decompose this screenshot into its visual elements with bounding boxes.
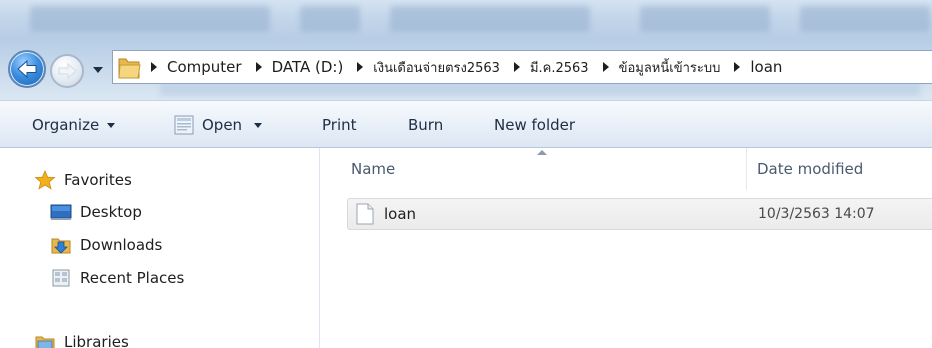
nav-favorites[interactable]: Favorites (34, 168, 132, 192)
nav-libraries[interactable]: Libraries (34, 330, 129, 348)
organize-label: Organize (32, 116, 100, 134)
blurred-tab (640, 6, 770, 32)
new-folder-button[interactable]: New folder (494, 115, 575, 135)
breadcrumb-computer[interactable]: Computer (167, 58, 242, 76)
navigation-pane: Favorites Desktop Downloads Recent Place… (0, 148, 320, 348)
breadcrumb-debt-data[interactable]: ข้อมูลหนี้เข้าระบบ (619, 57, 721, 78)
table-row[interactable]: loan 10/3/2563 14:07 (347, 198, 932, 230)
column-header-date-label: Date modified (757, 160, 864, 178)
recent-pages-dropdown[interactable] (92, 64, 104, 76)
desktop-icon (50, 202, 72, 222)
nav-downloads[interactable]: Downloads (50, 233, 162, 257)
window-titlebar: Computer DATA (D:) เงินเดือนจ่ายตรง2563 … (0, 0, 932, 100)
breadcrumb-separator[interactable] (357, 62, 364, 72)
back-button[interactable] (8, 50, 46, 88)
folder-icon (117, 52, 143, 82)
libraries-icon (34, 332, 56, 348)
print-button[interactable]: Print (322, 115, 357, 135)
address-bar[interactable]: Computer DATA (D:) เงินเดือนจ่ายตรง2563 … (112, 50, 932, 84)
open-button[interactable]: Open (172, 115, 263, 135)
nav-desktop-label: Desktop (80, 203, 142, 221)
file-list-pane: Name Date modified loan 10/3/2563 14:07 (321, 148, 932, 348)
new-folder-label: New folder (494, 116, 576, 134)
breadcrumb-separator[interactable] (255, 62, 262, 72)
document-icon (356, 203, 374, 225)
burn-button[interactable]: Burn (408, 115, 443, 135)
nav-libraries-label: Libraries (64, 333, 129, 348)
print-label: Print (322, 116, 357, 134)
breadcrumb-data-drive[interactable]: DATA (D:) (272, 58, 344, 76)
column-header-name-label: Name (351, 160, 396, 178)
nav-favorites-label: Favorites (64, 171, 132, 189)
column-header-name[interactable]: Name (351, 148, 395, 190)
breadcrumb-separator[interactable] (513, 62, 520, 72)
file-name-cell: loan (356, 203, 416, 225)
column-divider[interactable] (746, 148, 747, 190)
nav-recent-places-label: Recent Places (80, 269, 185, 287)
nav-recent-places[interactable]: Recent Places (50, 266, 184, 290)
chevron-down-icon (93, 67, 103, 73)
open-document-icon (174, 115, 194, 135)
burn-label: Burn (408, 116, 444, 134)
breadcrumb-salary-2563[interactable]: เงินเดือนจ่ายตรง2563 (373, 57, 500, 78)
blurred-tab (800, 6, 930, 32)
sort-ascending-icon (537, 150, 547, 155)
downloads-icon (50, 235, 72, 255)
back-arrow-icon (17, 59, 37, 79)
chevron-down-icon (254, 122, 263, 128)
command-toolbar: Organize Open Print Burn New folder (0, 100, 932, 148)
breadcrumb-loan[interactable]: loan (750, 58, 782, 76)
nav-desktop[interactable]: Desktop (50, 200, 142, 224)
open-label: Open (202, 116, 243, 134)
star-icon (34, 170, 56, 190)
forward-button[interactable] (50, 54, 84, 88)
blurred-strip (160, 82, 920, 96)
nav-downloads-label: Downloads (80, 236, 163, 254)
recent-places-icon (50, 268, 72, 288)
blurred-tab (390, 6, 590, 32)
file-date-modified: 10/3/2563 14:07 (758, 206, 875, 222)
breadcrumb-separator[interactable] (602, 62, 609, 72)
background-taskbar-blur (0, 0, 932, 40)
chevron-down-icon (107, 122, 116, 128)
organize-button[interactable]: Organize (32, 115, 116, 135)
blurred-tab (300, 6, 360, 32)
blurred-tab (30, 6, 270, 32)
forward-arrow-icon (58, 62, 77, 80)
breadcrumb-separator[interactable] (734, 62, 741, 72)
breadcrumb-march-2563[interactable]: มี.ค.2563 (530, 57, 589, 78)
column-header-date-modified[interactable]: Date modified (757, 148, 863, 190)
file-name: loan (384, 205, 417, 223)
breadcrumb-separator[interactable] (151, 62, 157, 72)
